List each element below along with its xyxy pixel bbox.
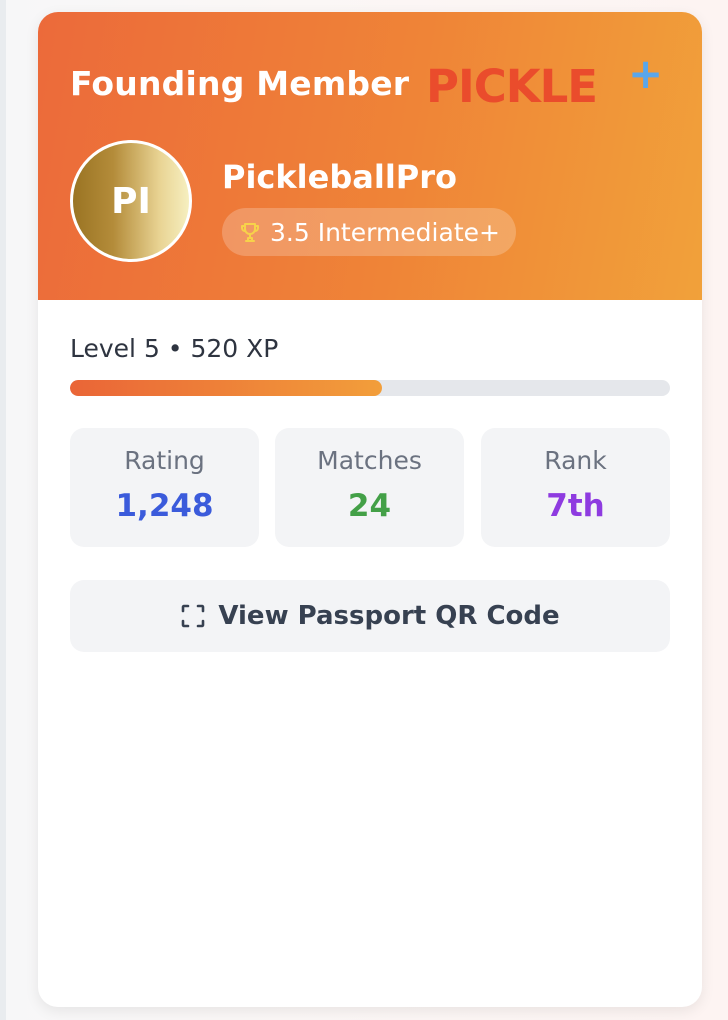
stat-label: Rank [544, 446, 607, 475]
stat-matches: Matches 24 [275, 428, 464, 547]
passport-card: Founding Member PICKLE + PI PickleballPr… [38, 12, 702, 1007]
brand-logo-word: PICKLE [426, 60, 598, 113]
skill-level-badge: 3.5 Intermediate+ [222, 208, 516, 256]
brand-logo-plus: + [628, 49, 664, 98]
xp-progress-fill [70, 380, 382, 396]
stat-rank: Rank 7th [481, 428, 670, 547]
stat-rating: Rating 1,248 [70, 428, 259, 547]
level-xp-text: Level 5 • 520 XP [70, 334, 279, 363]
username: PickleballPro [222, 158, 457, 196]
trophy-icon [238, 220, 262, 244]
window-edge [0, 0, 6, 1020]
stat-value: 1,248 [115, 488, 214, 524]
brand-logo: PICKLE + [426, 52, 676, 113]
scan-icon [180, 603, 206, 629]
view-qr-code-label: View Passport QR Code [218, 601, 560, 631]
stat-label: Matches [317, 446, 422, 475]
stat-label: Rating [124, 446, 205, 475]
membership-label: Founding Member [70, 64, 410, 103]
stat-value: 24 [347, 488, 392, 524]
skill-level-label: 3.5 Intermediate+ [270, 217, 500, 247]
avatar: PI [70, 140, 192, 262]
view-qr-code-button[interactable]: View Passport QR Code [70, 580, 670, 652]
card-header: Founding Member PICKLE + PI PickleballPr… [38, 12, 702, 300]
xp-progress-bar [70, 380, 670, 396]
avatar-initials: PI [111, 180, 151, 222]
stat-value: 7th [546, 488, 605, 524]
